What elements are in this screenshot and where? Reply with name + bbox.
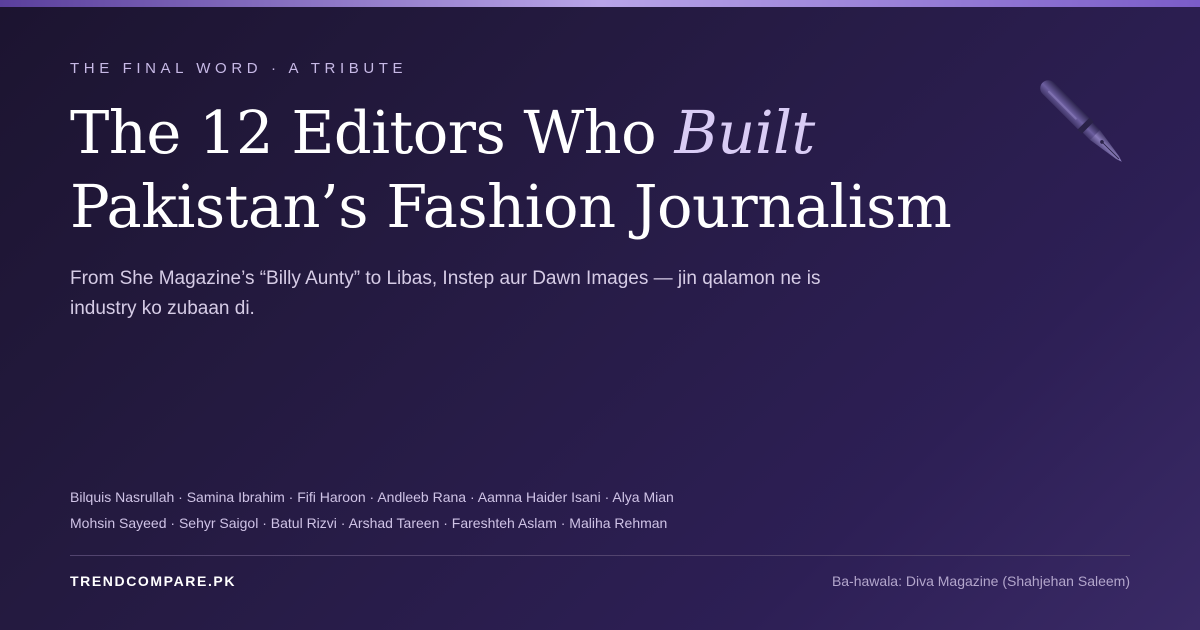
- brand-logo-text: TRENDCOMPARE.PK: [70, 573, 237, 589]
- headline: The 12 Editors Who Built Pakistan’s Fash…: [70, 96, 952, 244]
- source-credit: Ba-hawala: Diva Magazine (Shahjehan Sale…: [831, 573, 1130, 589]
- headline-line2-text: Pakistan’s Fashion Journalism: [70, 172, 952, 241]
- editor-names-list: Bilquis Nasrullah · Samina Ibrahim · Fif…: [70, 484, 674, 536]
- eyebrow-label: THE FINAL WORD · A TRIBUTE: [70, 60, 408, 77]
- editor-names-row-2: Mohsin Sayeed · Sehyr Saigol · Batul Riz…: [70, 515, 668, 531]
- share-card: THE FINAL WORD · A TRIBUTE The 12 Editor…: [0, 0, 1200, 630]
- subtitle: From She Magazine’s “Billy Aunty” to Lib…: [70, 268, 821, 319]
- headline-accent-word: Built: [674, 98, 815, 167]
- footer-divider: [70, 555, 1130, 556]
- fountain-pen-icon: [1040, 80, 1122, 162]
- headline-line1-text: The 12 Editors Who: [70, 98, 675, 167]
- editor-names-row-1: Bilquis Nasrullah · Samina Ibrahim · Fif…: [70, 489, 674, 505]
- top-accent-bar: [0, 0, 1200, 7]
